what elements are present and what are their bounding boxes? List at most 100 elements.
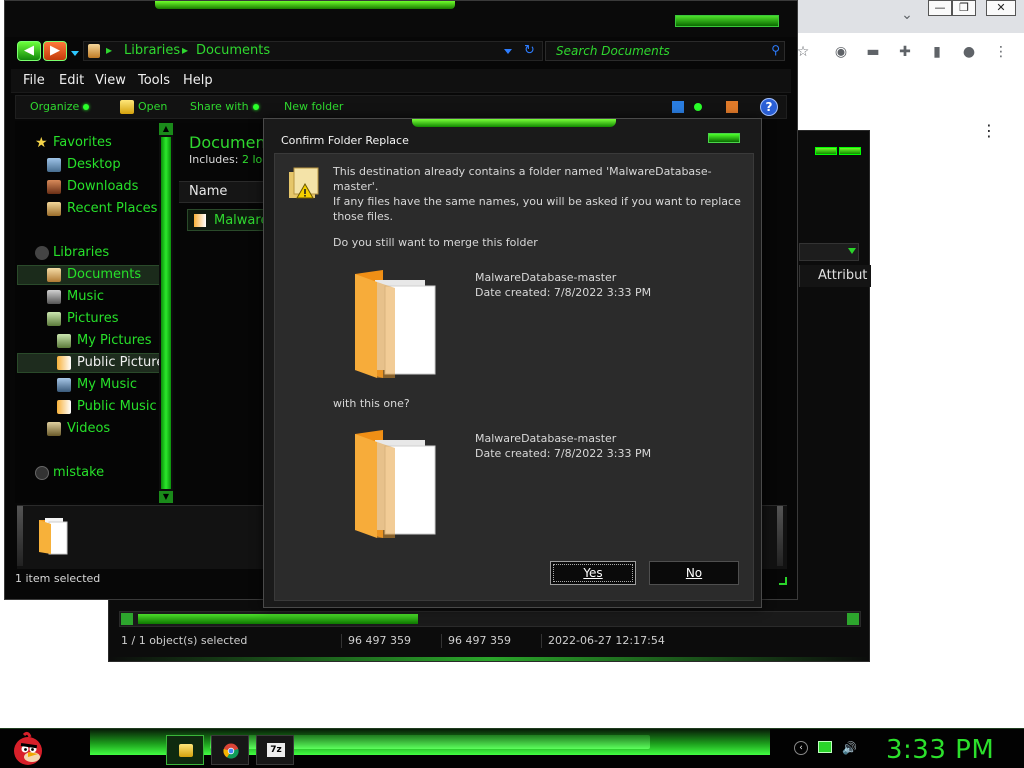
public-music-icon bbox=[57, 400, 71, 414]
sz-path-combo[interactable] bbox=[799, 243, 859, 261]
folder-icon bbox=[179, 744, 193, 757]
dropdown-dot-icon[interactable] bbox=[694, 103, 702, 111]
sidepanel-icon[interactable]: ▮ bbox=[928, 43, 946, 61]
dialog-body: This destination already contains a fold… bbox=[274, 153, 754, 601]
window-caption-buttons[interactable] bbox=[675, 15, 779, 27]
dropdown-dot-icon bbox=[83, 104, 90, 110]
address-dropdown-icon[interactable] bbox=[504, 49, 512, 54]
no-button[interactable]: No bbox=[649, 561, 739, 585]
nav-my-music[interactable]: My Music bbox=[77, 376, 137, 394]
network-icon[interactable] bbox=[818, 741, 832, 753]
dialog-close-button[interactable] bbox=[708, 133, 740, 143]
scroll-up-arrow[interactable]: ▲ bbox=[159, 123, 173, 135]
taskbar-explorer-button[interactable] bbox=[166, 735, 204, 765]
volume-icon[interactable]: 🔊 bbox=[842, 741, 857, 755]
explorer-titlebar[interactable] bbox=[5, 1, 797, 37]
back-button[interactable]: ◀ bbox=[17, 41, 41, 61]
sz-status-packed: 96 497 359 bbox=[441, 634, 511, 648]
nav-scrollbar[interactable]: ▲ ▼ bbox=[159, 123, 173, 503]
breadcrumb-separator-icon[interactable]: ▸ bbox=[182, 43, 188, 57]
nav-libraries[interactable]: Libraries bbox=[53, 244, 109, 262]
share-with-button[interactable]: Share with bbox=[190, 100, 259, 113]
library-includes: Includes: 2 loc bbox=[189, 153, 268, 166]
scroll-left-arrow[interactable] bbox=[121, 613, 133, 625]
nav-public-pictures[interactable]: Public Picture bbox=[77, 354, 164, 372]
seven-zip-icon: 7z bbox=[267, 743, 285, 757]
menu-tools[interactable]: Tools bbox=[138, 73, 170, 88]
scroll-down-arrow[interactable]: ▼ bbox=[159, 491, 173, 503]
nav-recent-places[interactable]: Recent Places bbox=[67, 200, 157, 218]
refresh-icon[interactable]: ↻ bbox=[524, 43, 535, 58]
sz-column-attributes[interactable]: Attribut bbox=[799, 265, 871, 287]
sz-horizontal-scrollbar[interactable] bbox=[119, 611, 861, 627]
star-icon: ★ bbox=[35, 135, 48, 151]
file-row[interactable]: MalwareD bbox=[187, 209, 278, 231]
nav-mistake[interactable]: mistake bbox=[53, 464, 104, 482]
public-pictures-icon bbox=[57, 356, 71, 370]
taskbar-chrome-button[interactable] bbox=[211, 735, 249, 765]
chevron-down-icon bbox=[848, 248, 856, 254]
nav-desktop[interactable]: Desktop bbox=[67, 156, 121, 174]
recent-pages-dropdown[interactable] bbox=[71, 51, 79, 56]
view-options-icon[interactable] bbox=[672, 101, 684, 113]
chevron-down-icon[interactable]: ⌄ bbox=[898, 6, 916, 24]
search-input[interactable] bbox=[556, 43, 766, 59]
new-folder-button[interactable]: New folder bbox=[284, 100, 343, 113]
share-label: Share with bbox=[190, 100, 249, 113]
menu-edit[interactable]: Edit bbox=[59, 73, 84, 88]
help-icon[interactable]: ? bbox=[760, 98, 778, 116]
search-box[interactable]: ⚲ bbox=[545, 41, 785, 61]
nav-videos[interactable]: Videos bbox=[67, 420, 110, 438]
documents-icon bbox=[47, 268, 61, 282]
homegroup-icon bbox=[35, 466, 49, 480]
nav-my-pictures[interactable]: My Pictures bbox=[77, 332, 152, 350]
address-bar[interactable]: ▸ Libraries ▸ Documents ↻ bbox=[83, 41, 543, 61]
menu-view[interactable]: View bbox=[95, 73, 126, 88]
page-menu-icon[interactable]: ⋮ bbox=[980, 122, 998, 140]
yes-button[interactable]: Yes bbox=[550, 561, 636, 585]
resize-grip-icon[interactable] bbox=[779, 577, 787, 585]
sz-minimize-button[interactable] bbox=[815, 147, 837, 155]
nav-pictures[interactable]: Pictures bbox=[67, 310, 118, 328]
kebab-menu-icon[interactable]: ⋮ bbox=[992, 43, 1010, 61]
minimize-icon[interactable]: — bbox=[928, 0, 952, 16]
start-button-angry-bird-icon[interactable] bbox=[10, 731, 46, 767]
organize-button[interactable]: Organize bbox=[30, 100, 90, 113]
breadcrumb-documents[interactable]: Documents bbox=[196, 43, 270, 58]
nav-downloads[interactable]: Downloads bbox=[67, 178, 138, 196]
restore-icon[interactable]: ❐ bbox=[952, 0, 976, 16]
chrome-tabstrip: ⌄ — ❐ ✕ bbox=[790, 0, 1024, 33]
flag-extension-icon[interactable]: ▬ bbox=[864, 43, 882, 61]
arrow-right-icon: ▶ bbox=[50, 43, 60, 58]
scroll-right-arrow[interactable] bbox=[847, 613, 859, 625]
sz-scroll-thumb[interactable] bbox=[138, 614, 418, 624]
nav-documents[interactable]: Documents bbox=[67, 266, 141, 284]
source-folder-date: Date created: 7/8/2022 3:33 PM bbox=[475, 286, 652, 299]
show-hidden-icons-icon[interactable]: ‹ bbox=[794, 741, 808, 755]
nav-public-music[interactable]: Public Music bbox=[77, 398, 157, 416]
search-icon[interactable]: ⚲ bbox=[771, 43, 780, 57]
dialog-title: Confirm Folder Replace bbox=[281, 134, 409, 147]
content-pane: Documents Includes: 2 loc Name MalwareD bbox=[175, 123, 280, 505]
sz-close-button[interactable] bbox=[839, 147, 861, 155]
close-icon[interactable]: ✕ bbox=[986, 0, 1016, 16]
nav-scroll-thumb[interactable] bbox=[161, 137, 171, 489]
nav-music[interactable]: Music bbox=[67, 288, 104, 306]
arrow-left-icon: ◀ bbox=[24, 43, 34, 58]
preview-pane-icon[interactable] bbox=[726, 101, 738, 113]
taskbar-7zip-button[interactable]: 7z bbox=[256, 735, 294, 765]
menu-help[interactable]: Help bbox=[183, 73, 213, 88]
shield-extension-icon[interactable]: ◉ bbox=[832, 43, 850, 61]
profile-icon[interactable]: ● bbox=[960, 43, 978, 61]
open-button[interactable]: Open bbox=[138, 100, 167, 113]
column-header-name[interactable]: Name bbox=[179, 181, 269, 203]
taskbar-clock[interactable]: 3:33 PM bbox=[886, 735, 994, 765]
chrome-icon bbox=[223, 743, 239, 759]
breadcrumb-libraries[interactable]: Libraries bbox=[124, 43, 180, 58]
nav-favorites[interactable]: Favorites bbox=[53, 134, 112, 152]
puzzle-extension-icon[interactable]: ✚ bbox=[896, 43, 914, 61]
breadcrumb-separator-icon[interactable]: ▸ bbox=[106, 43, 112, 57]
source-folder-name: MalwareDatabase-master bbox=[475, 271, 617, 284]
menu-file[interactable]: File bbox=[23, 73, 45, 88]
forward-button[interactable]: ▶ bbox=[43, 41, 67, 61]
